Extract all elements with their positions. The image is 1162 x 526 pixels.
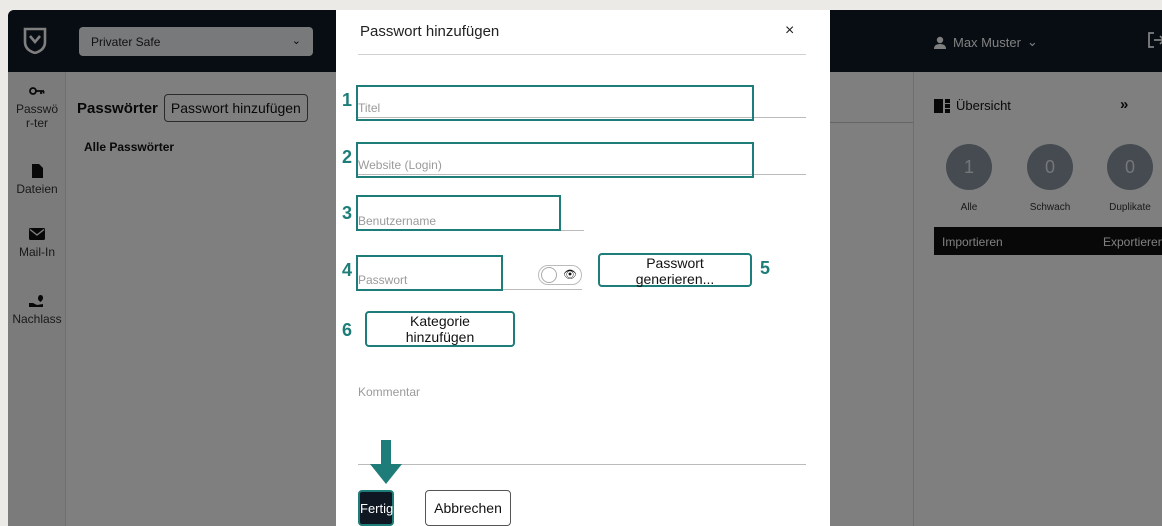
cancel-button[interactable]: Abbrechen [425,490,511,526]
dialog-title: Passwort hinzufügen [360,23,500,40]
add-category-button[interactable]: Kategorie hinzufügen [365,311,515,347]
arrow-down-icon [370,440,402,484]
annotation-number: 2 [342,147,353,167]
annotation-number: 1 [342,90,353,110]
add-password-dialog: Passwort hinzufügen × 1 2 3 4 👁 [336,10,830,526]
highlight-box [356,255,503,291]
toggle-knob [541,267,557,283]
annotation-number: 6 [342,320,353,340]
annotation-number: 5 [760,258,771,278]
divider [358,54,806,55]
highlight-box [356,142,754,178]
annotation-number: 3 [342,203,353,223]
done-button[interactable]: Fertig [358,490,394,526]
comment-field-wrapper [358,385,806,465]
close-icon[interactable]: × [785,22,794,40]
generate-password-button[interactable]: Passwort generieren... [598,253,752,287]
app-window: Privater Safe ⌄ Max Muster ⌄ Passwör-ter [8,10,1162,526]
annotation-number: 4 [342,260,353,280]
highlight-box [356,85,754,121]
highlight-box [356,195,561,231]
comment-field[interactable] [358,385,806,464]
eye-icon: 👁 [563,269,577,281]
show-password-toggle[interactable]: 👁 [538,265,582,285]
